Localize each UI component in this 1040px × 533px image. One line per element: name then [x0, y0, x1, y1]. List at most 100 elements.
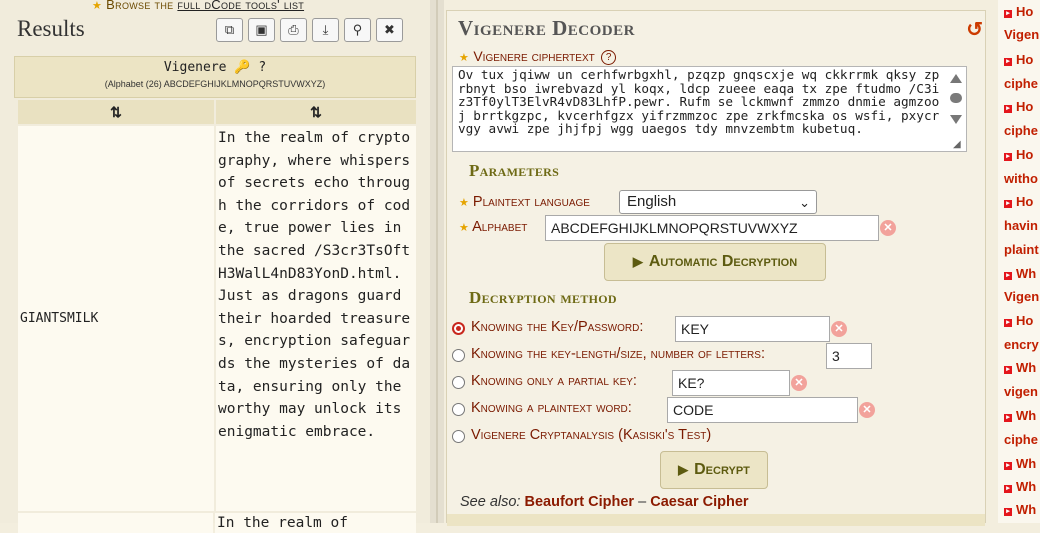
sort-key-column-icon[interactable]: ⇅	[18, 100, 214, 124]
faq-link[interactable]: ▸ Wh	[1004, 502, 1036, 517]
alphabet-input[interactable]: ABCDEFGHIJKLMNOPQRSTUVWXYZ	[545, 215, 879, 241]
sort-text-column-icon[interactable]: ⇅	[216, 100, 416, 124]
table-row: GIANTSMILK In the realm of cryptography,…	[18, 126, 416, 511]
ciphertext-label: ★ Vigenere ciphertext ?	[459, 48, 617, 66]
parameters-heading: Parameters	[469, 161, 560, 180]
method-plaintext-word-radio[interactable]	[452, 403, 465, 416]
key-input[interactable]: KEY	[675, 316, 830, 342]
decryption-method-heading: Decryption method	[469, 288, 617, 307]
star-icon: ★	[459, 222, 469, 234]
results-title: Results	[17, 16, 85, 41]
faq-link[interactable]: ▸ Wh	[1004, 266, 1036, 281]
method-key-length-label: Knowing the key-length/size, number of l…	[471, 346, 765, 362]
faq-link-cont[interactable]: havin	[1004, 218, 1038, 233]
result-plaintext: In the realm of cryptography, where whis…	[216, 126, 416, 511]
help-icon[interactable]: ?	[601, 50, 617, 65]
pin-icon[interactable]: ⚲	[344, 18, 371, 42]
faq-link-cont[interactable]: ciphe	[1004, 123, 1038, 138]
bullet-icon: ▸	[1004, 462, 1012, 470]
clear-key-icon[interactable]: ✕	[831, 321, 847, 337]
plaintext-word-input[interactable]: CODE	[667, 397, 858, 423]
faq-link[interactable]: ▸ Wh	[1004, 479, 1036, 494]
method-key-length-radio[interactable]	[452, 349, 465, 362]
faq-link[interactable]: ▸ Ho	[1004, 147, 1033, 162]
resize-grip-icon[interactable]: ◢	[953, 139, 961, 150]
clear-partial-key-icon[interactable]: ✕	[791, 375, 807, 391]
results-header-title: Vigenere 🔑 ?	[163, 60, 267, 75]
results-header-alphabet: (Alphabet (26) ABCDEFGHIJKLMNOPQRSTUVWXY…	[104, 79, 326, 89]
faq-link[interactable]: ▸ Ho	[1004, 99, 1033, 114]
faq-link-cont[interactable]: encry	[1004, 337, 1039, 352]
key-length-input[interactable]: 3	[826, 343, 872, 369]
plaintext-language-label: ★ Plaintext language	[459, 194, 590, 210]
scroll-thumb[interactable]	[950, 93, 962, 103]
ciphertext-scrollbar[interactable]	[949, 71, 963, 149]
play-icon: ▶	[632, 254, 643, 269]
results-column-headers: ⇅ ⇅	[18, 100, 416, 124]
caesar-cipher-link[interactable]: Caesar Cipher	[650, 494, 748, 510]
method-partial-key-label: Knowing only a partial key:	[471, 373, 637, 389]
partial-key-input[interactable]: KE?	[672, 370, 790, 396]
results-panel: ★ Browse the full dCode tools' list Resul…	[0, 0, 430, 533]
results-toolbar: ⧉ ▣ ⎙ ⤓ ⚲ ✖	[216, 18, 403, 42]
faq-link-cont[interactable]: vigen	[1004, 384, 1038, 399]
ciphertext-input[interactable]: Ov tux jqiww un cerhfwrbgxhl, pzqzp gnqs…	[452, 66, 967, 152]
bullet-icon: ▸	[1004, 200, 1012, 208]
alphabet-label: ★ Alphabet	[459, 219, 528, 235]
method-partial-key-radio[interactable]	[452, 376, 465, 389]
method-cryptanalysis-radio[interactable]	[452, 430, 465, 443]
automatic-decryption-button[interactable]: ▶ Automatic Decryption	[604, 243, 826, 281]
result-plaintext: In the realm of	[215, 513, 416, 533]
vigenere-decoder-panel: Vigenere Decoder ↺ ★ Vigenere ciphertext…	[446, 10, 986, 526]
star-icon: ★	[459, 197, 469, 209]
see-also: See also: Beaufort Cipher – Caesar Ciphe…	[460, 494, 749, 510]
faq-link[interactable]: ▸ Ho	[1004, 52, 1033, 67]
faq-link-cont[interactable]: Vigen	[1004, 289, 1039, 304]
faq-link[interactable]: ▸ Wh	[1004, 408, 1036, 423]
decoder-title: Vigenere Decoder	[458, 16, 635, 40]
download-icon[interactable]: ⤓	[312, 18, 339, 42]
faq-link[interactable]: ▸ Ho	[1004, 4, 1033, 19]
bullet-icon: ▸	[1004, 319, 1012, 327]
full-tools-list-link[interactable]: full dCode tools' list	[177, 0, 304, 12]
plaintext-language-select[interactable]: English ⌄	[619, 190, 817, 214]
next-section-band	[447, 514, 985, 526]
bullet-icon: ▸	[1004, 508, 1012, 516]
star-icon: ★	[459, 52, 469, 64]
print-icon[interactable]: ⎙	[280, 18, 307, 42]
faq-link-cont[interactable]: plaint	[1004, 242, 1039, 257]
clear-alphabet-icon[interactable]: ✕	[880, 220, 896, 236]
decrypt-button[interactable]: ▶ Decrypt	[660, 451, 768, 489]
result-key	[18, 513, 214, 533]
bullet-icon: ▸	[1004, 58, 1012, 66]
panel-splitter[interactable]	[430, 0, 444, 523]
screenshot-icon[interactable]: ▣	[248, 18, 275, 42]
method-key-label: Knowing the Key/Password:	[471, 319, 644, 335]
scroll-down-icon[interactable]	[950, 115, 962, 124]
faq-link-cont[interactable]: Vigen	[1004, 27, 1039, 42]
faq-link-cont[interactable]: ciphe	[1004, 76, 1038, 91]
bullet-icon: ▸	[1004, 10, 1012, 18]
faq-link[interactable]: ▸ Wh	[1004, 456, 1036, 471]
scroll-up-icon[interactable]	[950, 74, 962, 83]
table-row: In the realm of	[18, 513, 416, 533]
close-icon[interactable]: ✖	[376, 18, 403, 42]
method-plaintext-word-label: Knowing a plaintext word:	[471, 400, 632, 416]
faq-link[interactable]: ▸ Ho	[1004, 194, 1033, 209]
bullet-icon: ▸	[1004, 105, 1012, 113]
faq-link[interactable]: ▸ Ho	[1004, 313, 1033, 328]
reset-icon[interactable]: ↺	[966, 17, 983, 42]
method-key-radio[interactable]	[452, 322, 465, 335]
play-icon: ▶	[678, 462, 689, 477]
faq-link-cont[interactable]: witho	[1004, 171, 1038, 186]
results-header: Vigenere 🔑 ? (Alphabet (26) ABCDEFGHIJKL…	[14, 56, 416, 98]
browse-tools-link[interactable]: ★ Browse the full dCode tools' list	[92, 0, 304, 12]
faq-link-cont[interactable]: ciphe	[1004, 432, 1038, 447]
bullet-icon: ▸	[1004, 485, 1012, 493]
faq-link[interactable]: ▸ Wh	[1004, 360, 1036, 375]
beaufort-cipher-link[interactable]: Beaufort Cipher	[525, 494, 635, 510]
star-icon: ★	[92, 0, 103, 12]
method-cryptanalysis-label: Vigenere Cryptanalysis (Kasiski's Test)	[471, 427, 712, 443]
copy-icon[interactable]: ⧉	[216, 18, 243, 42]
clear-plaintext-word-icon[interactable]: ✕	[859, 402, 875, 418]
